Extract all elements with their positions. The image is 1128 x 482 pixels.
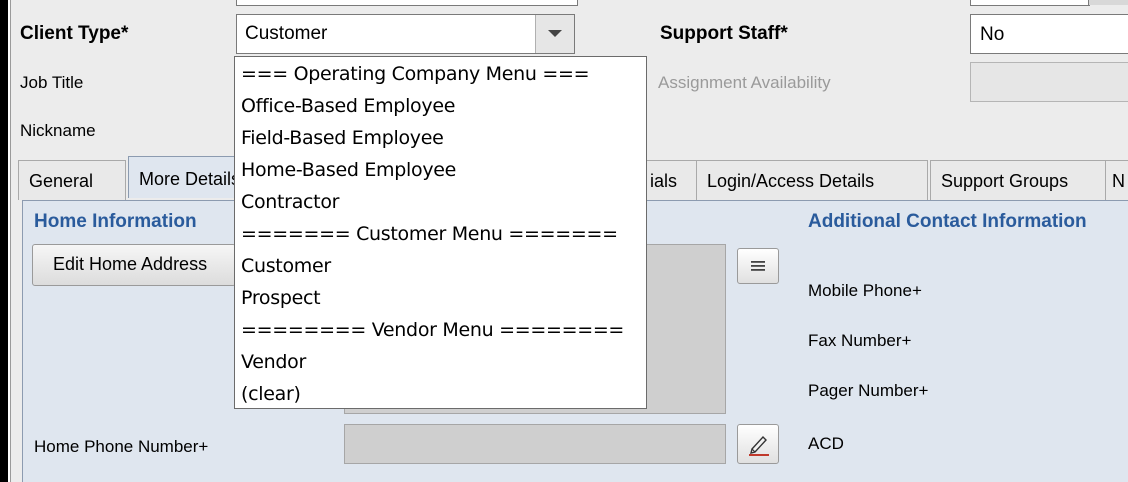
home-phone-label: Home Phone Number+	[34, 437, 209, 456]
edit-home-address-button[interactable]: Edit Home Address	[32, 244, 236, 286]
assignment-availability-label: Assignment Availability	[658, 73, 831, 92]
assignment-availability-field[interactable]	[970, 62, 1128, 102]
home-phone-field[interactable]	[344, 424, 726, 464]
dropdown-option[interactable]: Prospect	[241, 287, 321, 309]
dropdown-option[interactable]: Field-Based Employee	[241, 127, 444, 149]
support-staff-value: No	[980, 24, 1005, 45]
dropdown-option[interactable]: Vendor	[241, 351, 306, 373]
client-type-dropdown-button[interactable]	[535, 15, 574, 53]
dropdown-option-header: === Operating Company Menu ===	[241, 63, 590, 85]
dropdown-option[interactable]: Customer	[241, 255, 331, 277]
support-staff-label: Support Staff*	[660, 23, 788, 44]
dropdown-option[interactable]: Office-Based Employee	[241, 95, 455, 117]
tab-more[interactable]: N	[1105, 160, 1128, 200]
tab-login-access-details[interactable]: Login/Access Details	[696, 160, 928, 200]
chevron-down-icon	[548, 30, 562, 37]
window-frame	[0, 0, 8, 482]
support-staff-field[interactable]: No	[970, 14, 1128, 54]
list-icon	[751, 261, 765, 271]
dropdown-option[interactable]: Contractor	[241, 191, 339, 213]
dropdown-option-clear[interactable]: (clear)	[241, 383, 301, 405]
fax-number-label: Fax Number+	[808, 331, 912, 350]
client-type-label: Client Type*	[20, 23, 129, 44]
tab-general[interactable]: General	[18, 160, 126, 200]
edit-phone-button[interactable]	[737, 424, 779, 464]
previous-field-input[interactable]	[236, 0, 578, 6]
tab-support-groups[interactable]: Support Groups	[930, 160, 1121, 200]
client-type-combobox[interactable]: Customer	[236, 14, 575, 54]
nickname-label: Nickname	[20, 121, 96, 140]
list-button[interactable]	[737, 248, 779, 284]
previous-field-input-right[interactable]	[970, 0, 1090, 6]
additional-contact-title: Additional Contact Information	[808, 211, 1087, 232]
acd-label: ACD	[808, 434, 844, 453]
dropdown-option-header: ======= Customer Menu =======	[241, 223, 618, 245]
mobile-phone-label: Mobile Phone+	[808, 281, 922, 300]
job-title-label: Job Title	[20, 73, 84, 92]
previous-field-button-right[interactable]	[1088, 0, 1128, 5]
client-type-dropdown-list: === Operating Company Menu === Office-Ba…	[234, 56, 647, 409]
pencil-icon	[749, 435, 769, 456]
edit-home-address-label: Edit Home Address	[53, 254, 208, 274]
window-frame-edge	[10, 0, 11, 482]
dropdown-option[interactable]: Home-Based Employee	[241, 159, 456, 181]
home-information-title: Home Information	[34, 211, 197, 232]
dropdown-option-header: ======== Vendor Menu ========	[241, 319, 625, 341]
pager-number-label: Pager Number+	[808, 381, 929, 400]
client-type-value: Customer	[245, 23, 328, 44]
